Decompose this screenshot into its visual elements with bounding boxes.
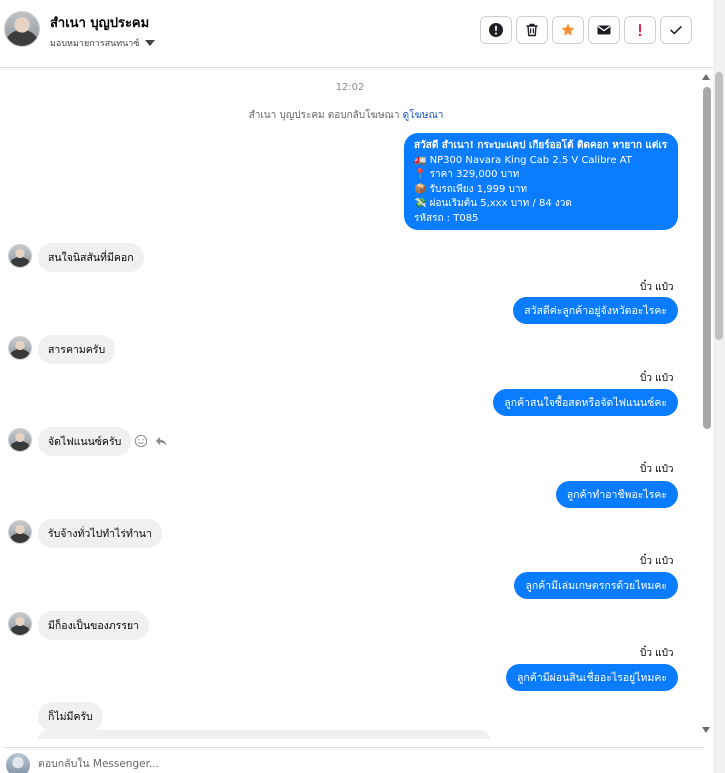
timestamp: 12:02 — [335, 82, 365, 93]
incoming-message: มีก็องเป็นของภรรยา — [38, 611, 150, 640]
ad-reply-note: สำเนา บุญประคม ตอบกลับโฆษณา ดูโฆษณา — [0, 108, 692, 123]
contact-avatar-small — [8, 244, 32, 268]
outgoing-message: ลูกค้ามีเล่มเกษตรกรด้วยไหมคะ — [514, 572, 678, 599]
sender-name: บิ๋ว แป๋ว — [640, 373, 674, 384]
reply-composer — [4, 747, 704, 773]
assign-label: มอบหมายการสนทนาซ์ — [50, 39, 140, 49]
mark-spam-button[interactable] — [480, 16, 512, 44]
outgoing-message: ลูกค้าสนใจซื้อสดหรือจัดไฟแนนซ์คะ — [493, 389, 678, 416]
sender-name: บิ๋ว แป๋ว — [640, 464, 674, 475]
reply-input[interactable] — [38, 756, 638, 772]
thread-scrollbar-thumb[interactable] — [703, 87, 711, 429]
incoming-message: จัดไฟแนนซ์ครับ — [38, 427, 132, 456]
ad-card-line: 🚛 NP300 Navara King Cab 2.5 V Calibre AT — [414, 154, 632, 166]
contact-avatar-small — [8, 428, 32, 452]
caret-down-icon — [145, 40, 156, 46]
ad-card-line: รหัสรถ : T085 — [414, 212, 479, 224]
check-icon — [670, 26, 682, 35]
delete-button[interactable] — [516, 16, 548, 44]
react-emoji-icon[interactable] — [134, 433, 148, 448]
page-scrollbar-thumb[interactable] — [715, 72, 723, 340]
scroll-down-arrow-icon[interactable] — [702, 727, 710, 733]
conversation-header: สำเนา บุญประคม มอบหมายการสนทนาซ์ — [0, 0, 713, 68]
star-icon — [561, 23, 575, 36]
incoming-message: สารคามครับ — [38, 335, 116, 364]
sender-name: บิ๋ว แป๋ว — [640, 282, 674, 293]
ad-card-line: สวัสดี สำเนา! กระบะแคป เกียร์ออโต้ ติดคอ… — [414, 140, 668, 151]
incoming-message: สนใจนิสสันที่มีคอก — [38, 243, 144, 272]
ad-card-line: 📍 ราคา 329,000 บาท — [414, 169, 520, 180]
outgoing-message: สวัสดีค่ะลูกค้าอยู่จังหวัดอะไรคะ — [513, 297, 678, 324]
trash-icon — [526, 23, 538, 37]
incoming-message: รับจ้างทั่วไปทำไร่ทำนา — [38, 519, 162, 548]
star-button[interactable] — [552, 16, 584, 44]
incoming-message-partial — [38, 730, 490, 739]
page-avatar — [6, 753, 30, 773]
ad-message-card: สวัสดี สำเนา! กระบะแคป เกียร์ออโต้ ติดคอ… — [404, 133, 678, 230]
reply-icon[interactable] — [154, 433, 168, 447]
sender-name: บิ๋ว แป๋ว — [640, 648, 674, 659]
message-actions — [134, 433, 168, 448]
ad-card-line: 💸 ผ่อนเริ่มต้น 5,xxx บาท / 84 งวด — [414, 198, 572, 209]
header-actions — [480, 16, 692, 44]
mark-done-button[interactable] — [660, 16, 692, 44]
ad-card-line: 📦 รับรถเพียง 1,999 บาท — [414, 183, 528, 195]
outgoing-message: ลูกค้าทำอาชีพอะไรคะ — [555, 481, 678, 508]
ad-reply-text: สำเนา บุญประคม ตอบกลับโฆษณา — [248, 110, 400, 121]
contact-avatar-small — [8, 612, 32, 636]
sender-name: บิ๋ว แป๋ว — [640, 556, 674, 567]
contact-avatar[interactable] — [4, 11, 40, 47]
follow-up-button[interactable] — [624, 16, 656, 44]
exclamation-icon — [638, 24, 642, 37]
messenger-inbox-app: สำเนา บุญประคม มอบหมายการสนทนาซ์ 12:02 ส… — [0, 0, 725, 773]
alert-circle-icon — [489, 23, 503, 37]
assign-conversation-dropdown[interactable]: มอบหมายการสนทนาซ์ — [50, 36, 156, 50]
scroll-up-arrow-icon[interactable] — [702, 74, 710, 80]
contact-avatar-small — [8, 520, 32, 544]
message-thread[interactable]: 12:02 สำเนา บุญประคม ตอบกลับโฆษณา ดูโฆษณ… — [0, 69, 713, 739]
outgoing-message: ลูกค้ามีผ่อนสินเชื่ออะไรอยู่ไหมคะ — [506, 664, 678, 691]
contact-name[interactable]: สำเนา บุญประคม — [50, 12, 149, 33]
envelope-icon — [597, 25, 611, 35]
view-ad-link[interactable]: ดูโฆษณา — [403, 110, 444, 121]
incoming-message: ก็ไม่มีครับ — [38, 702, 103, 731]
mark-unread-button[interactable] — [588, 16, 620, 44]
contact-avatar-small — [8, 336, 32, 360]
